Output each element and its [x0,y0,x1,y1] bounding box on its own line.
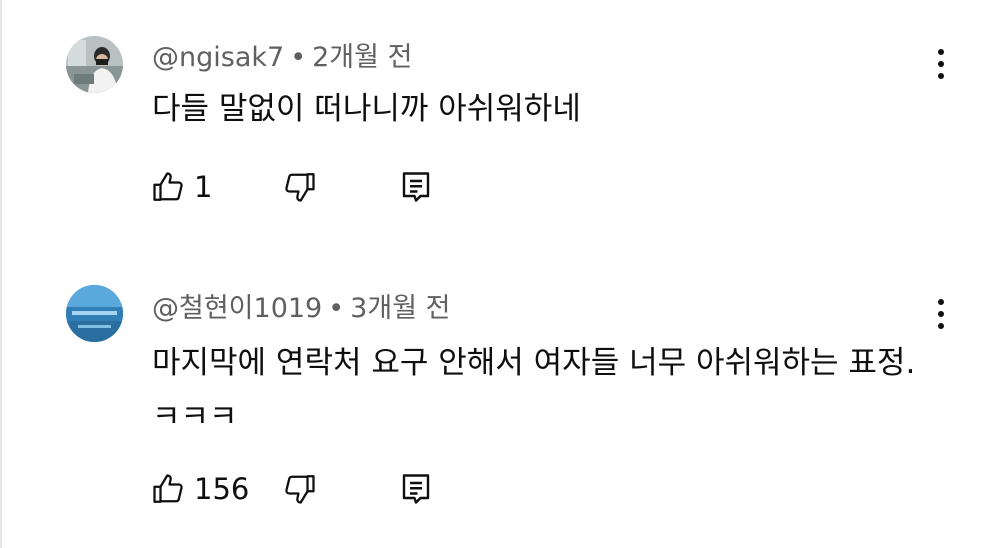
comment-author[interactable]: @철현이1019 [152,293,322,324]
like-count: 156 [194,472,250,506]
comment-text: 다들 말없이 떠나니까 아쉬워하네 [152,91,581,127]
header-separator: • [328,293,345,324]
dislike-button[interactable] [282,165,318,209]
more-dot [938,61,944,67]
avatar[interactable] [66,36,123,93]
comment-header: @철현이1019 • 3개월 전 [152,292,450,326]
more-actions-button[interactable] [928,44,954,84]
more-actions-button[interactable] [928,294,954,334]
like-button[interactable]: 1 [150,165,212,209]
like-button[interactable]: 156 [150,467,249,511]
thumbs-down-icon [285,475,315,504]
comment-header: @ngisak7 • 2개월 전 [152,41,412,75]
comment-time[interactable]: 3개월 전 [350,293,450,324]
reply-icon [402,474,430,504]
like-count: 1 [194,170,213,204]
comment-time[interactable]: 2개월 전 [312,42,412,73]
reply-button[interactable] [400,165,432,209]
comment-text: 마지막에 연락처 요구 안해서 여자들 너무 아쉬워하는 표정. ㅋㅋㅋ [152,345,916,435]
comment-item: @ngisak7 • 2개월 전 다들 말없이 떠나니까 아쉬워하네 1 [0,0,986,260]
more-vertical-icon [938,299,944,305]
thumbs-down-icon [285,173,315,202]
more-dot [938,311,944,317]
comment-item: @철현이1019 • 3개월 전 마지막에 연락처 요구 안해서 여자들 너무 아쉬… [0,260,986,548]
reply-icon [402,172,430,202]
avatar[interactable] [66,285,123,342]
header-separator: • [290,42,307,73]
more-dot [938,73,944,79]
reply-button[interactable] [400,467,432,511]
more-vertical-icon [938,49,944,55]
dislike-button[interactable] [282,467,318,511]
comment-author[interactable]: @ngisak7 [152,42,284,73]
more-dot [938,323,944,329]
thumbs-up-icon [153,172,183,201]
thumbs-up-icon [153,474,183,503]
